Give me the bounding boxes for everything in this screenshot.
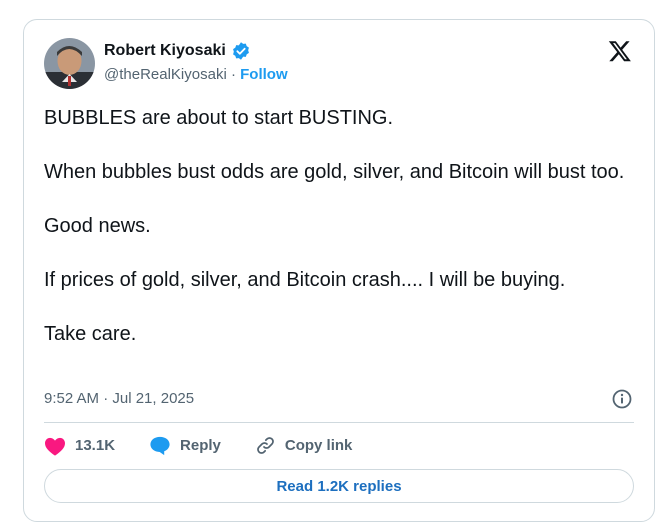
tweet-card: Robert Kiyosaki @theRealKiyosaki · Follo…	[23, 19, 655, 522]
read-replies-button[interactable]: Read 1.2K replies	[44, 469, 634, 503]
copy-link-button[interactable]: Copy link	[255, 435, 353, 456]
author-name[interactable]: Robert Kiyosaki	[104, 42, 226, 60]
tweet-paragraph: When bubbles bust odds are gold, silver,…	[44, 161, 625, 183]
tweet-paragraph: Good news.	[44, 215, 151, 237]
speech-bubble-icon	[150, 436, 170, 456]
author-handle-row: @theRealKiyosaki · Follow	[104, 66, 288, 83]
copy-link-label: Copy link	[284, 437, 353, 454]
x-logo-icon[interactable]	[608, 39, 632, 63]
tweet-paragraph: Take care.	[44, 323, 137, 345]
follow-button[interactable]: Follow	[240, 66, 288, 83]
reply-label: Reply	[180, 437, 221, 454]
reply-button[interactable]: Reply	[149, 435, 221, 456]
heart-icon	[45, 437, 65, 456]
handle-separator: ·	[226, 66, 241, 83]
tweet-paragraph: BUBBLES are about to start BUSTING.	[44, 107, 394, 129]
like-button[interactable]: 13.1K	[44, 436, 115, 456]
action-bar: 13.1K Reply Copy link	[44, 435, 386, 456]
link-icon	[257, 437, 274, 454]
verified-badge-icon	[231, 41, 251, 61]
info-icon[interactable]	[611, 388, 633, 410]
avatar-image	[44, 38, 95, 89]
tweet-paragraph: If prices of gold, silver, and Bitcoin c…	[44, 269, 566, 291]
tweet-text: BUBBLES are about to start BUSTING. When…	[44, 105, 644, 375]
author-handle[interactable]: @theRealKiyosaki	[104, 66, 227, 83]
like-count: 13.1K	[75, 437, 116, 454]
author-name-row: Robert Kiyosaki	[104, 41, 251, 61]
avatar[interactable]	[44, 38, 95, 89]
divider	[44, 422, 634, 423]
tweet-timestamp[interactable]: 9:52 AM · Jul 21, 2025	[44, 390, 194, 407]
